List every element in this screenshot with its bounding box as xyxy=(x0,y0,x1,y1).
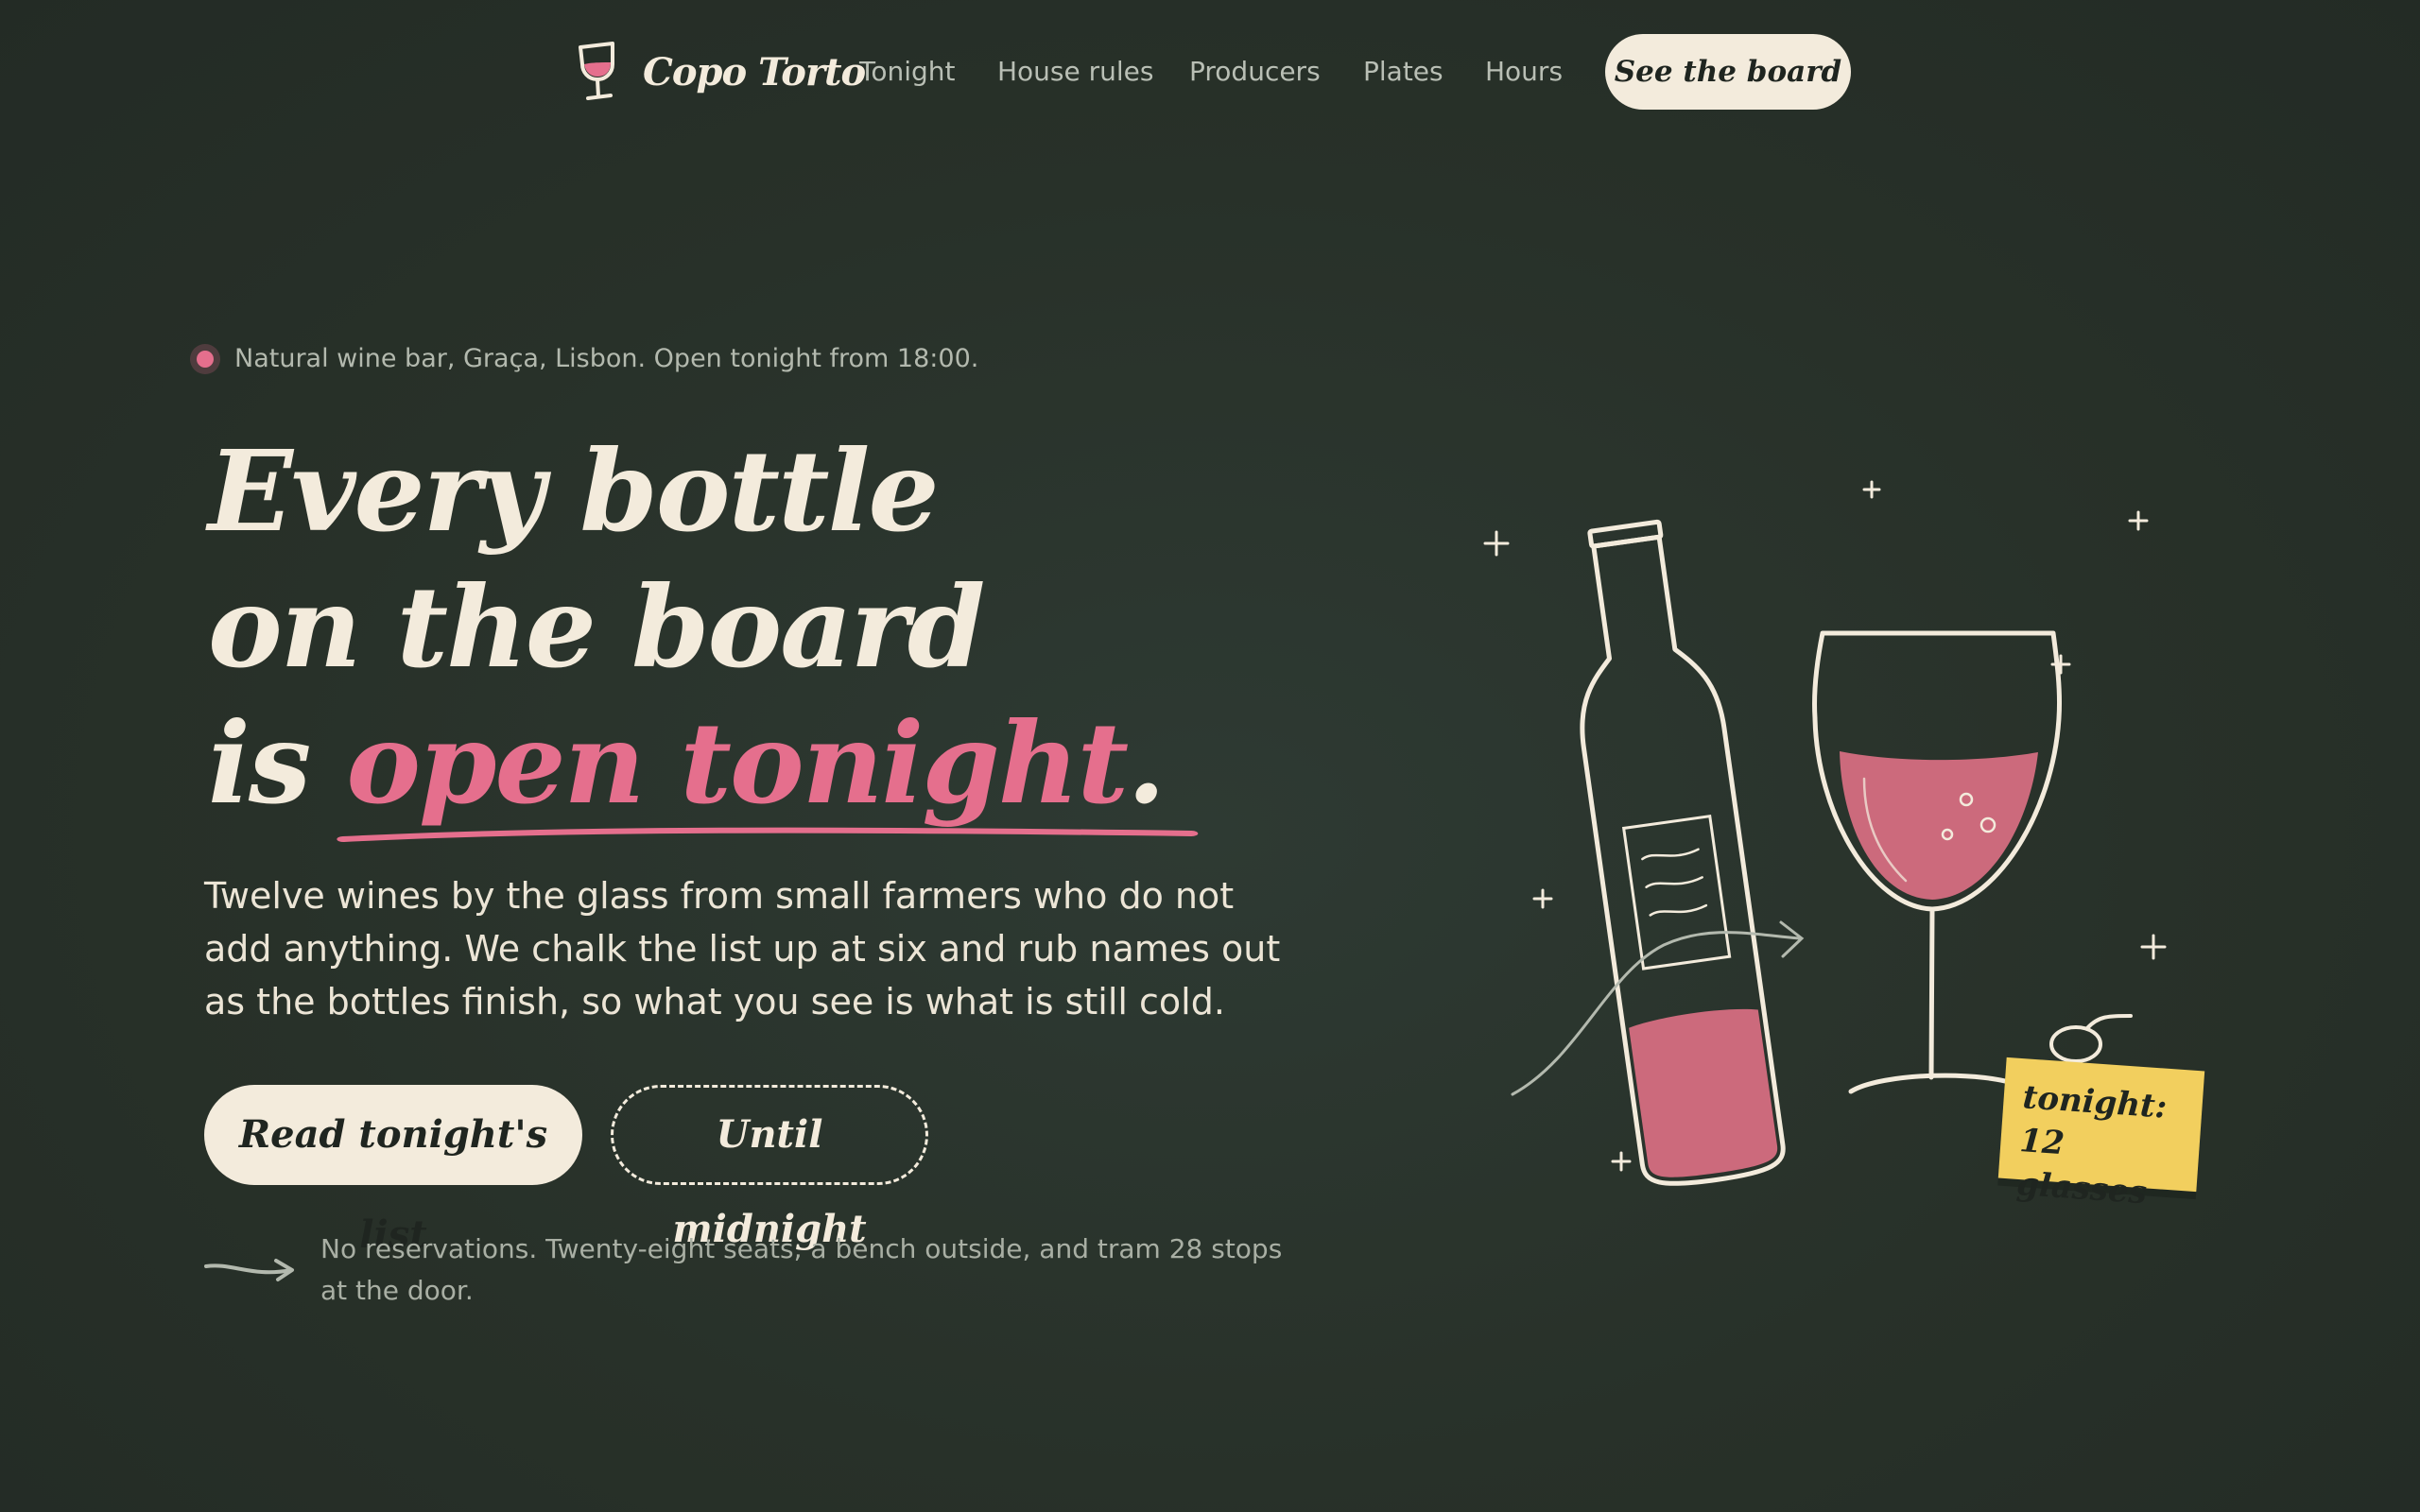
headline-line-3-suffix: . xyxy=(1127,697,1166,829)
see-the-board-button[interactable]: See the board xyxy=(1605,34,1851,110)
wine-bottle-icon xyxy=(1580,519,1786,1186)
brand-logo[interactable]: Copo Torto xyxy=(575,34,866,110)
note-line-2: 12 glasses xyxy=(2014,1122,2149,1212)
open-status: Natural wine bar, Graça, Lisbon. Open to… xyxy=(197,344,978,373)
headline-line-2: on the board xyxy=(208,561,985,693)
nav-link-house-rules[interactable]: House rules xyxy=(997,34,1154,110)
headline-line-1: Every bottle xyxy=(208,425,940,557)
wine-glass-icon xyxy=(579,42,614,100)
headline-line-3: is open tonight. xyxy=(208,696,1199,842)
accent-underline-icon xyxy=(337,827,1199,842)
status-text: Natural wine bar, Graça, Lisbon. Open to… xyxy=(234,344,979,373)
status-dot-icon xyxy=(197,350,214,368)
headline-accent: open tonight xyxy=(337,696,1199,842)
until-midnight-button[interactable]: Until midnight xyxy=(611,1085,928,1251)
nav-link-plates[interactable]: Plates xyxy=(1363,34,1443,110)
headline-line-3-prefix: is xyxy=(208,697,347,829)
nav-link-producers[interactable]: Producers xyxy=(1189,34,1321,110)
hero-headline: Every bottle on the board is open tonigh… xyxy=(208,423,1199,842)
hero-description: Twelve wines by the glass from small far… xyxy=(204,875,1281,1022)
hero-footnote: No reservations. Twenty-eight seats, a b… xyxy=(320,1233,1283,1306)
top-nav: Copo Torto Tonight House rules Producers… xyxy=(575,34,1851,110)
nav-link-tonight[interactable]: Tonight xyxy=(859,34,956,110)
nav-link-hours[interactable]: Hours xyxy=(1485,34,1563,110)
brand-name: Copo Torto xyxy=(643,49,866,94)
headline-accent-text: open tonight xyxy=(346,697,1129,829)
tonight-note: tonight: 12 glasses xyxy=(1997,1057,2205,1211)
wine-glass-icon xyxy=(1811,630,2063,1094)
read-tonights-list-button[interactable]: Read tonight's list xyxy=(204,1085,582,1257)
arrow-right-icon xyxy=(204,1259,294,1281)
note-string-icon xyxy=(2049,1014,2133,1063)
